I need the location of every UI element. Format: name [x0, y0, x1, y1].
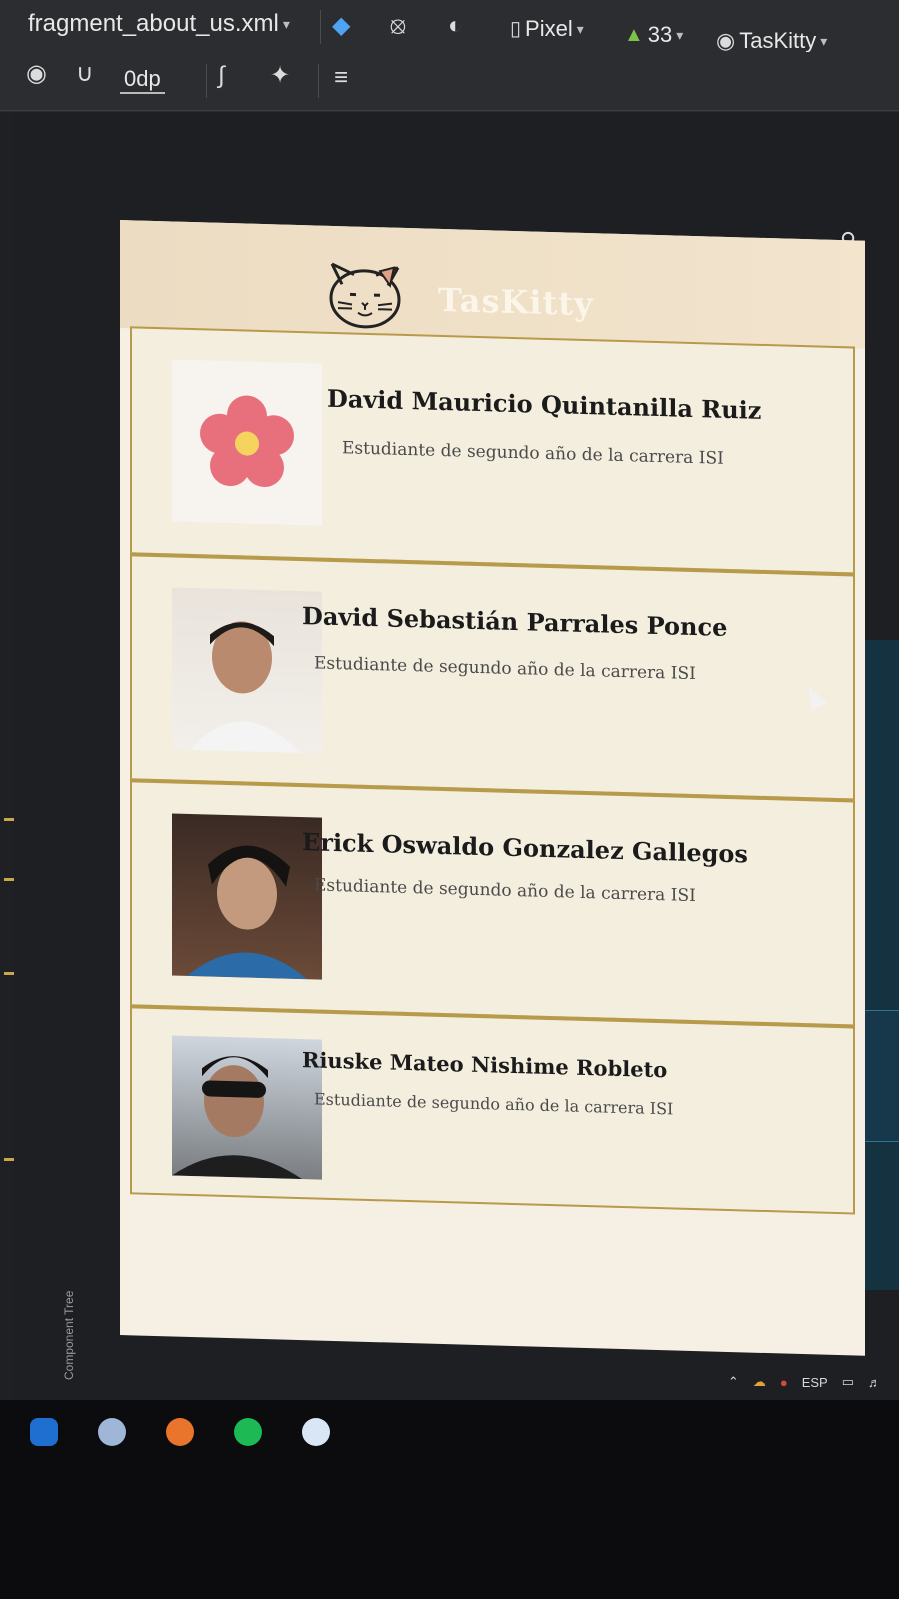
chevron-down-icon: ▾ [282, 15, 290, 32]
default-margin-button[interactable]: 0dp [120, 66, 165, 94]
member-avatar [172, 359, 322, 526]
theme-icon: ◉ [716, 28, 736, 53]
chevron-down-icon: ▾ [576, 20, 584, 37]
member-card[interactable]: Riuske Mateo Nishime Robleto Estudiante … [130, 1004, 855, 1215]
member-role: Estudiante de segundo año de la carrera … [314, 653, 696, 685]
api-label: 33 [647, 22, 673, 47]
member-avatar [172, 813, 322, 980]
infer-constraints-button[interactable]: ✦ [270, 64, 290, 88]
magic-wand-icon: ✦ [270, 62, 291, 89]
device-preview[interactable]: TasKitty David Mauricio Quintanilla Ruiz… [120, 220, 865, 1356]
device-selector[interactable]: ▯ Pixel ▾ [510, 16, 584, 42]
person-photo-icon [190, 621, 300, 754]
person-photo-icon [187, 845, 307, 980]
layers-button[interactable]: ◆ [332, 14, 350, 38]
volume-icon[interactable]: ♬ [868, 1375, 881, 1390]
system-tray: ⌃ ☁ ● ESP ▭ ♬ [728, 1374, 881, 1390]
eye-icon: ◉ [26, 60, 47, 87]
member-avatar [172, 1035, 322, 1180]
file-tab-label: fragment_about_us.xml [28, 10, 279, 37]
member-card[interactable]: Erick Oswaldo Gonzalez Gallegos Estudian… [130, 778, 855, 1027]
component-tree-tab[interactable]: Component Tree [62, 1291, 76, 1380]
cat-logo-icon [329, 262, 401, 329]
display-icon[interactable]: ▭ [842, 1374, 854, 1390]
divider [206, 64, 207, 98]
member-name: Riuske Mateo Nishime Robleto [302, 1047, 668, 1083]
member-role: Estudiante de segundo año de la carrera … [342, 438, 724, 469]
clear-constraints-icon: ∫ [218, 62, 225, 89]
app-icon[interactable] [30, 1418, 58, 1446]
member-card[interactable]: David Sebastián Parrales Ponce Estudiant… [130, 552, 855, 801]
theme-label: TasKitty [739, 28, 817, 53]
steam-icon[interactable] [98, 1418, 126, 1446]
firefox-icon[interactable] [166, 1418, 194, 1446]
chevron-down-icon: ▾ [676, 26, 684, 43]
cloud-icon[interactable]: ☁ [753, 1374, 766, 1390]
chevron-down-icon: ▾ [820, 32, 828, 49]
theme-selector[interactable]: ◉ TasKitty ▾ [716, 28, 827, 54]
moon-icon: ◐ [448, 12, 463, 39]
app-icon[interactable] [302, 1418, 330, 1446]
toolbar-design: ◉ ∪ 0dp ∫ ✦ ≡ [0, 52, 899, 111]
app-title: TasKitty [438, 280, 594, 324]
divider [318, 64, 319, 98]
taskbar-apps [30, 1418, 330, 1446]
night-mode-button[interactable]: ◐ [448, 14, 463, 38]
api-selector[interactable]: ▲ 33 ▾ [624, 22, 683, 48]
person-photo-icon [172, 1056, 302, 1180]
autoconnect-button[interactable]: ∪ [76, 62, 94, 86]
view-options-button[interactable]: ◉ [26, 62, 47, 86]
members-list: David Mauricio Quintanilla Ruiz Estudian… [130, 326, 855, 1215]
magnet-off-icon: ∪ [76, 60, 94, 87]
phone-icon: ▯ [510, 18, 522, 40]
member-name: David Mauricio Quintanilla Ruiz [327, 383, 762, 425]
orientation-button[interactable]: ⦻ [390, 14, 406, 38]
file-tab[interactable]: fragment_about_us.xml ▾ [28, 10, 290, 38]
spotify-icon[interactable] [234, 1418, 262, 1446]
margin-value: 0dp [124, 66, 161, 91]
member-card[interactable]: David Mauricio Quintanilla Ruiz Estudian… [130, 326, 855, 575]
member-name: David Sebastián Parrales Ponce [302, 601, 728, 642]
ide-window: fragment_about_us.xml ▾ ◆ ⦻ ◐ ▯ Pixel ▾ … [0, 0, 899, 1420]
rotate-icon: ⦻ [390, 12, 406, 39]
toolbar-top: fragment_about_us.xml ▾ ◆ ⦻ ◐ ▯ Pixel ▾ … [0, 0, 899, 54]
guidelines-button[interactable]: ≡ [334, 66, 348, 90]
member-avatar [172, 587, 322, 754]
mic-icon[interactable]: ● [780, 1375, 788, 1390]
member-name: Erick Oswaldo Gonzalez Gallegos [302, 827, 748, 869]
member-role: Estudiante de segundo año de la carrera … [314, 1089, 674, 1119]
divider [320, 10, 321, 44]
layers-icon: ◆ [332, 12, 351, 39]
guideline-icon: ≡ [334, 64, 349, 91]
android-icon: ▲ [624, 24, 644, 46]
flower-icon [200, 395, 294, 488]
member-role: Estudiante de segundo año de la carrera … [314, 875, 696, 907]
chevron-up-icon[interactable]: ⌃ [728, 1374, 739, 1390]
device-label: Pixel [525, 16, 573, 41]
clear-constraints-button[interactable]: ∫ [218, 64, 225, 88]
language-indicator[interactable]: ESP [802, 1375, 828, 1390]
